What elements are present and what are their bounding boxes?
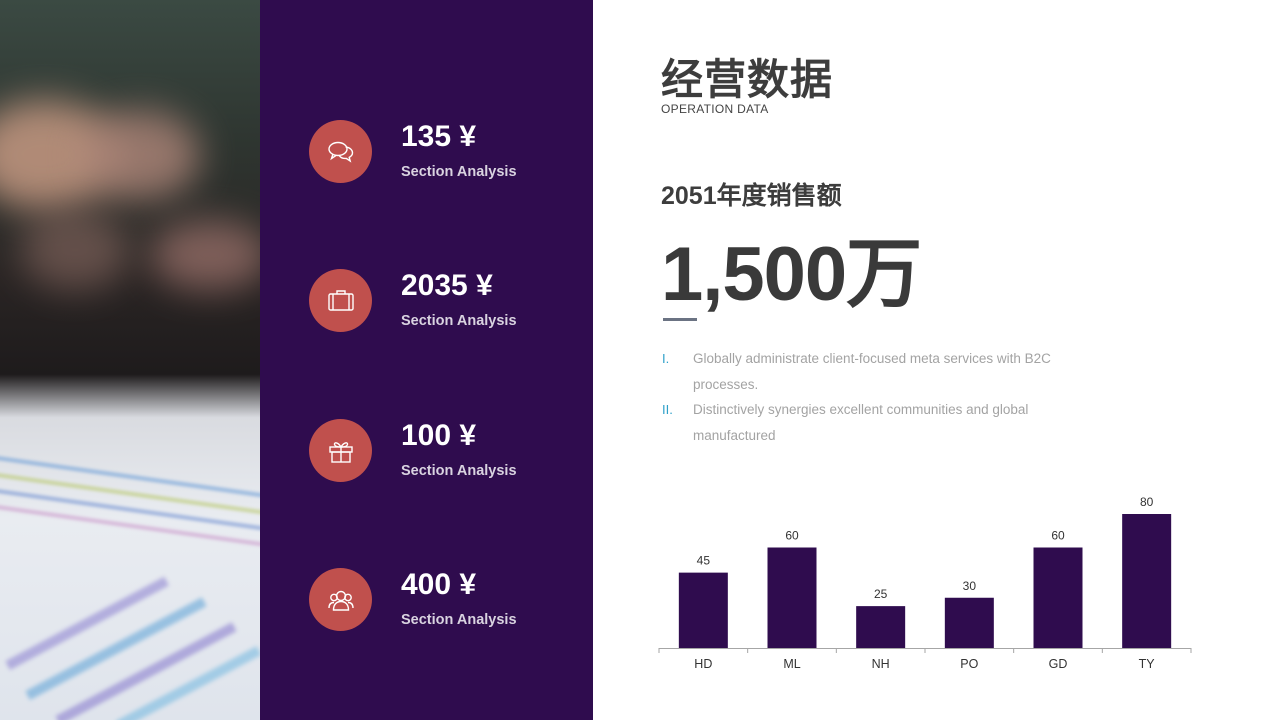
x-tick-label: TY	[1139, 657, 1156, 671]
users-icon	[309, 568, 372, 631]
stats-panel: 135 ¥ Section Analysis 2035 ¥ Section An…	[260, 0, 593, 720]
stat-label: Section Analysis	[401, 463, 517, 479]
stat-item: 400 ¥ Section Analysis	[309, 568, 569, 632]
bullet-number: II.	[662, 402, 673, 417]
bullet-list: I. Globally administrate client-focused …	[661, 346, 1061, 448]
list-item: II. Distinctively synergies excellent co…	[661, 397, 1061, 448]
data-label: 60	[1051, 529, 1065, 543]
stat-value: 2035 ¥	[401, 269, 493, 302]
stat-label: Section Analysis	[401, 313, 517, 329]
list-item: I. Globally administrate client-focused …	[661, 346, 1061, 397]
stat-value: 135 ¥	[401, 120, 477, 153]
stat-item: 135 ¥ Section Analysis	[309, 120, 569, 184]
data-label: 30	[963, 579, 977, 593]
x-tick-label: HD	[694, 657, 712, 671]
page-title: 经营数据	[661, 56, 834, 103]
divider	[663, 318, 697, 321]
stat-value: 100 ¥	[401, 419, 477, 452]
data-label: 45	[697, 554, 711, 568]
briefcase-icon	[309, 269, 372, 332]
gift-icon	[309, 419, 372, 482]
stat-value: 400 ¥	[401, 568, 477, 601]
stat-label: Section Analysis	[401, 612, 517, 628]
bar-hd	[678, 572, 728, 648]
bullet-number: I.	[662, 351, 670, 366]
data-label: 60	[785, 529, 799, 543]
bullet-text: Distinctively synergies excellent commun…	[693, 402, 1029, 443]
stat-label: Section Analysis	[401, 164, 517, 180]
bar-po	[944, 597, 994, 648]
bar-ml	[767, 547, 817, 648]
sales-label: 2051年度销售额	[661, 182, 842, 210]
bar-ty	[1122, 514, 1172, 648]
stat-item: 100 ¥ Section Analysis	[309, 419, 569, 483]
stat-item: 2035 ¥ Section Analysis	[309, 269, 569, 333]
data-label: 25	[874, 587, 888, 601]
bar-chart: 45 HD 60 ML 25 NH 30 PO 60 GD 80 TY	[658, 495, 1192, 671]
x-tick-label: PO	[960, 657, 978, 671]
bar-nh	[856, 606, 906, 648]
x-tick-label: ML	[783, 657, 800, 671]
x-tick-label: NH	[872, 657, 890, 671]
bar-gd	[1033, 547, 1083, 648]
sales-value: 1,500万	[661, 232, 922, 317]
chat-bubbles-icon	[309, 120, 372, 183]
bullet-text: Globally administrate client-focused met…	[693, 351, 1051, 392]
data-label: 80	[1140, 495, 1154, 509]
background-photo	[0, 0, 260, 720]
x-tick-label: GD	[1049, 657, 1068, 671]
page-subtitle: OPERATION DATA	[661, 102, 769, 116]
